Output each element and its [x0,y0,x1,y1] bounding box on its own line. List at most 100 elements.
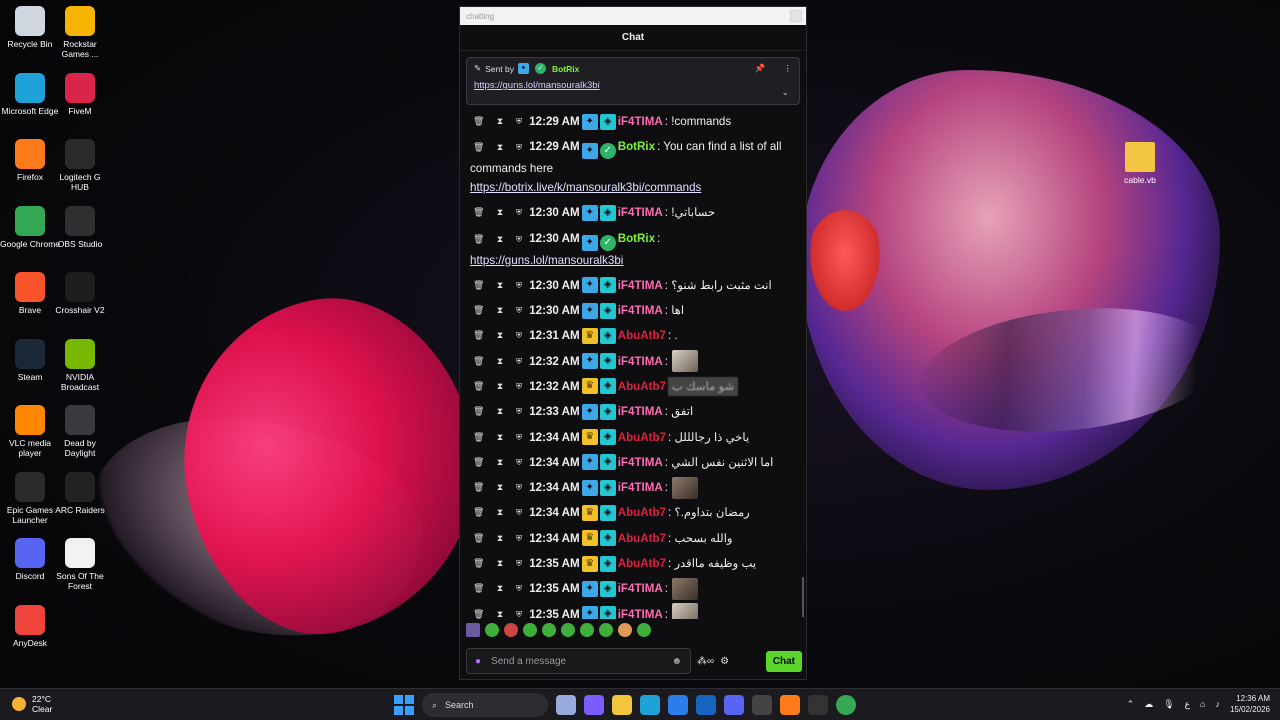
sub-badge-icon[interactable]: ◈ [599,454,616,471]
vip-badge-icon[interactable]: ✦ [581,479,598,496]
chat-message[interactable]: 🗑 ⧗ ⛨ 12:35 AM ♛ ◈ AbuAtb7: يب وظيفه مااقدر [470,551,796,576]
chat-message[interactable]: 🗑 ⧗ ⛨ 12:34 AM ♛ ◈ AbuAtb7: والله بسحب [470,526,796,551]
message-username[interactable]: iF4TIMA [618,203,663,222]
message-username[interactable]: iF4TIMA [618,402,663,421]
message-username[interactable]: iF4TIMA [618,301,663,320]
mod-actions-icon[interactable]: 🗑 ⧗ ⛨ [470,579,527,598]
message-username[interactable]: BotRix [618,232,655,245]
message-username[interactable]: iF4TIMA [618,112,663,131]
message-link[interactable]: https://botrix.live/k/mansouralk3bi/comm… [470,181,701,194]
mod-actions-icon[interactable]: 🗑 ⧗ ⛨ [470,138,527,157]
mod-actions-icon[interactable]: 🗑 ⧗ ⛨ [470,352,527,371]
outlook-icon[interactable] [696,695,716,715]
cloud-icon[interactable]: ☁ [1144,699,1153,710]
pinned-message[interactable]: ✎ Sent by ✦ ✓ BotRix 📌 ⋮ https://guns.lo… [466,57,800,105]
message-username[interactable]: iF4TIMA [618,352,663,371]
message-username[interactable]: iF4TIMA [618,453,663,472]
chat-message[interactable]: 🗑 ⧗ ⛨ 12:35 AM ✦ ◈ iF4TIMA: [470,576,796,601]
settings-gear-icon[interactable]: ⚙ [720,656,729,667]
crown-badge-icon[interactable]: ♛ [581,530,598,547]
emote-icon[interactable] [580,623,594,637]
input-language[interactable]: ع [1185,699,1190,710]
chat-message[interactable]: 🗑 ⧗ ⛨ 12:29 AM ✦ ✓ BotRix: You can find a li… [470,134,796,200]
mod-actions-icon[interactable]: 🗑 ⧗ ⛨ [470,554,527,573]
sub-badge-icon[interactable]: ◈ [599,606,616,619]
points-icon[interactable]: ⁂∞ [697,656,714,667]
desktop-icon-item[interactable]: Rockstar Games ... [50,6,110,59]
emote-icon[interactable] [466,623,480,637]
message-username[interactable]: AbuAtb7 [618,377,666,396]
sub-badge-icon[interactable]: ◈ [599,580,616,597]
vip-badge-icon[interactable]: ✦ [581,302,598,319]
task-view-icon[interactable] [556,695,576,715]
mod-actions-icon[interactable]: 🗑 ⧗ ⛨ [470,605,527,619]
desktop-icon-cable[interactable]: cable.vb [1110,142,1170,185]
crown-badge-icon[interactable]: ♛ [581,555,598,572]
sub-badge-icon[interactable]: ◈ [599,429,616,446]
chat-message[interactable]: 🗑 ⧗ ⛨ 12:34 AM ✦ ◈ iF4TIMA: اما الاثنين نفس … [470,450,796,475]
chat-message[interactable]: 🗑 ⧗ ⛨ 12:32 AM ✦ ◈ iF4TIMA: [470,348,796,373]
emote-icon[interactable] [485,623,499,637]
emoji-icon[interactable]: ☻ [671,656,682,667]
desktop-icon-item[interactable]: Sons Of The Forest [50,538,110,591]
sub-badge-icon[interactable]: ◈ [599,530,616,547]
desktop-icon-item[interactable]: Crosshair V2 [50,272,110,315]
mod-actions-icon[interactable]: 🗑 ⧗ ⛨ [470,276,527,295]
crown-badge-icon[interactable]: ♛ [581,504,598,521]
message-username[interactable]: BotRix [618,140,655,153]
desktop-icon-item[interactable]: OBS Studio [50,205,110,249]
message-username[interactable]: AbuAtb7 [618,554,666,573]
vip-badge-icon[interactable]: ✦ [581,277,598,294]
windows-start-icon[interactable] [394,695,414,715]
close-button[interactable] [790,10,802,22]
chrome-icon[interactable] [836,695,856,715]
window-titlebar[interactable]: chatting [460,7,806,25]
mod-actions-icon[interactable]: 🗑 ⧗ ⛨ [470,428,527,447]
mod-actions-icon[interactable]: 🗑 ⧗ ⛨ [470,529,527,548]
chat-message[interactable]: 🗑 ⧗ ⛨ 12:33 AM ✦ ◈ iF4TIMA: اتفق [470,399,796,424]
sub-badge-icon[interactable]: ◈ [599,204,616,221]
desktop-icon-item[interactable]: ARC Raiders [50,471,110,515]
more-options-icon[interactable]: ⋮ [784,63,793,74]
microphone-icon[interactable]: 🎙 [1163,699,1174,710]
sub-badge-icon[interactable]: ◈ [599,403,616,420]
emote-icon[interactable] [599,623,613,637]
message-list[interactable]: 🗑 ⧗ ⛨ 12:29 AM ✦ ◈ iF4TIMA: !commands 🗑 ⧗ ⛨ 12… [460,109,806,619]
message-username[interactable]: iF4TIMA [618,579,663,598]
chat-message[interactable]: 🗑 ⧗ ⛨ 12:34 AM ✦ ◈ iF4TIMA: [470,475,796,500]
taskbar-search[interactable]: ⌕ Search [422,693,548,717]
sub-badge-icon[interactable]: ◈ [599,504,616,521]
copilot-icon[interactable] [584,695,604,715]
mod-actions-icon[interactable]: 🗑 ⧗ ⛨ [470,326,527,345]
chat-message[interactable]: 🗑 ⧗ ⛨ 12:30 AM ✦ ◈ iF4TIMA: اها [470,298,796,323]
message-username[interactable]: AbuAtb7 [618,503,666,522]
chat-message[interactable]: 🗑 ⧗ ⛨ 12:32 AM ♛ ◈ AbuAtb7 شو ماسك ب [470,374,796,399]
chat-message[interactable]: 🗑 ⧗ ⛨ 12:31 AM ♛ ◈ AbuAtb7: . [470,323,796,348]
desktop-icon-item[interactable]: Dead by Daylight [50,405,110,458]
mod-actions-icon[interactable]: 🗑 ⧗ ⛨ [470,453,527,472]
sub-badge-icon[interactable]: ◈ [599,327,616,344]
steam-icon[interactable] [752,695,772,715]
sub-badge-icon[interactable]: ◈ [599,113,616,130]
vip-badge-icon[interactable]: ✦ [581,403,598,420]
chat-message[interactable]: 🗑 ⧗ ⛨ 12:29 AM ✦ ◈ iF4TIMA: !commands [470,109,796,134]
pinned-link[interactable]: https://guns.lol/mansouralk3bi [474,80,792,91]
vip-badge-icon[interactable]: ✦ [581,143,598,160]
chevron-up-icon[interactable]: ⌃ [1127,699,1135,710]
chevron-down-icon[interactable]: ⌄ [781,87,789,98]
mod-actions-icon[interactable]: 🗑 ⧗ ⛨ [470,402,527,421]
emote-icon[interactable] [618,623,632,637]
microphone-icon[interactable]: ● [475,656,481,667]
crown-badge-icon[interactable]: ♛ [581,429,598,446]
mod-actions-icon[interactable]: 🗑 ⧗ ⛨ [470,301,527,320]
network-icon[interactable]: ⌂ [1200,699,1205,709]
mod-actions-icon[interactable]: 🗑 ⧗ ⛨ [470,203,527,222]
sub-badge-icon[interactable]: ◈ [599,378,616,395]
message-username[interactable]: iF4TIMA [618,605,663,619]
vip-badge-icon[interactable]: ✦ [581,454,598,471]
chat-message[interactable]: 🗑 ⧗ ⛨ 12:34 AM ♛ ◈ AbuAtb7: ياخي ذا رجالللل [470,424,796,449]
volume-icon[interactable]: ♪ [1215,699,1220,709]
chat-message[interactable]: 🗑 ⧗ ⛨ 12:30 AM ✦ ✓ BotRix: https://guns.lol/m… [470,226,796,273]
clock[interactable]: 12:36 AM 15/02/2026 [1230,693,1270,715]
vip-badge-icon[interactable]: ✦ [581,606,598,619]
